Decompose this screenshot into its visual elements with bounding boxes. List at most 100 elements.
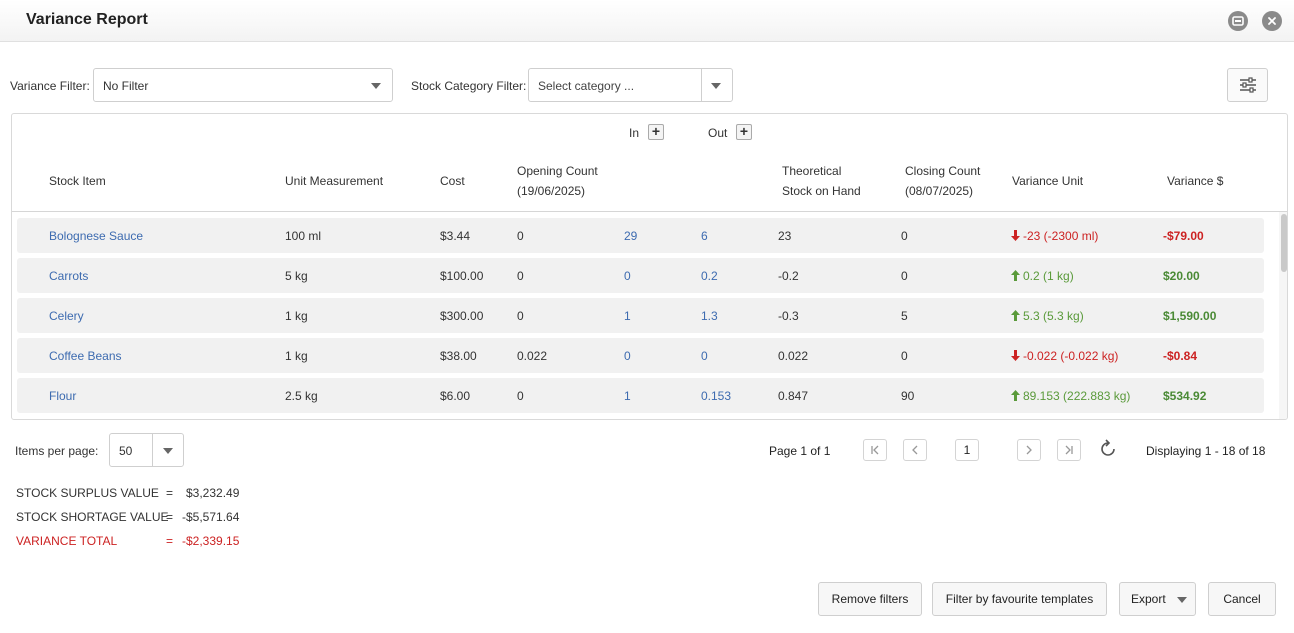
remove-filters-button[interactable]: Remove filters <box>818 582 922 616</box>
cell-out[interactable]: 0 <box>701 349 708 363</box>
refresh-button[interactable] <box>1096 438 1120 460</box>
variance-unit-text: -0.022 (-0.022 kg) <box>1023 349 1119 363</box>
table-row[interactable]: Celery 1 kg $300.00 0 1 1.3 -0.3 5 5.3 (5.3 kg) $… <box>17 298 1264 333</box>
header-closing-count[interactable]: Closing Count (08/07/2025) <box>905 161 980 201</box>
variance-filter-select[interactable]: No Filter <box>93 68 393 102</box>
arrow-down-icon <box>1011 230 1020 241</box>
plus-icon: + <box>739 123 749 139</box>
export-button[interactable]: Export <box>1119 582 1196 616</box>
first-page-icon <box>871 445 879 455</box>
window-title: Variance Report <box>26 11 148 28</box>
scrollbar-thumb[interactable] <box>1281 214 1287 272</box>
header-theoretical-line2: Stock on Hand <box>782 184 861 198</box>
header-stock-item[interactable]: Stock Item <box>49 171 106 191</box>
header-cost[interactable]: Cost <box>440 171 465 191</box>
cell-out[interactable]: 1.3 <box>701 309 718 323</box>
header-opening-count-line2: (19/06/2025) <box>517 184 586 198</box>
favourite-templates-button[interactable]: Filter by favourite templates <box>932 582 1107 616</box>
minimize-button[interactable] <box>1228 11 1248 31</box>
table-row[interactable]: Carrots 5 kg $100.00 0 0 0.2 -0.2 0 0.2 (1 kg) $2… <box>17 258 1264 293</box>
items-per-page-select[interactable]: 50 <box>109 433 184 467</box>
chevron-down-icon <box>711 83 721 89</box>
cancel-button[interactable]: Cancel <box>1208 582 1276 616</box>
cell-out[interactable]: 6 <box>701 229 708 243</box>
cell-stock-item[interactable]: Bolognese Sauce <box>49 229 143 243</box>
cell-variance-unit: -0.022 (-0.022 kg) <box>1011 349 1118 363</box>
cell-cost: $3.44 <box>440 229 471 243</box>
cell-variance-unit: 0.2 (1 kg) <box>1011 269 1074 283</box>
current-page-button[interactable]: 1 <box>955 439 979 461</box>
category-filter-select[interactable]: Select category ... <box>528 68 733 102</box>
variance-total-equals: = <box>166 534 174 548</box>
surplus-label: STOCK SURPLUS VALUE <box>16 486 159 500</box>
cell-in[interactable]: 1 <box>624 309 631 323</box>
variance-total-value: -$2,339.15 <box>182 534 240 548</box>
plus-icon: + <box>651 123 661 139</box>
surplus-value: $3,232.49 <box>186 486 240 500</box>
cell-unit: 5 kg <box>285 269 308 283</box>
cell-variance-dollar: $1,590.00 <box>1163 309 1217 323</box>
expand-out-button[interactable]: + <box>736 124 752 140</box>
cell-variance-dollar: $534.92 <box>1163 389 1207 403</box>
header-separator <box>12 211 1287 212</box>
sliders-icon <box>1239 77 1256 93</box>
surplus-equals: = <box>166 486 174 500</box>
shortage-equals: = <box>166 510 174 524</box>
table-row[interactable]: Bolognese Sauce 100 ml $3.44 0 29 6 23 0 -23 (-2… <box>17 218 1264 253</box>
cell-out[interactable]: 0.153 <box>701 389 731 403</box>
cell-opening: 0.022 <box>517 349 548 363</box>
category-filter-label: Stock Category Filter: <box>411 79 527 93</box>
header-opening-count-line1: Opening Count <box>517 164 598 178</box>
column-settings-button[interactable] <box>1227 68 1268 102</box>
cell-in[interactable]: 0 <box>624 269 631 283</box>
header-closing-line2: (08/07/2025) <box>905 184 974 198</box>
cell-stock-item[interactable]: Coffee Beans <box>49 349 122 363</box>
header-variance-dollar[interactable]: Variance $ <box>1167 171 1223 191</box>
chevron-down-icon <box>163 448 173 454</box>
cell-stock-item[interactable]: Celery <box>49 309 84 323</box>
header-opening-count[interactable]: Opening Count (19/06/2025) <box>517 161 598 201</box>
variance-unit-text: 89.153 (222.883 kg) <box>1023 389 1131 403</box>
next-page-icon <box>1026 445 1032 455</box>
cell-out[interactable]: 0.2 <box>701 269 718 283</box>
cell-closing: 0 <box>901 229 908 243</box>
last-page-button[interactable] <box>1057 439 1081 461</box>
arrow-up-icon <box>1011 310 1020 321</box>
variance-table: In + Out + Stock Item Unit Measurement C… <box>11 113 1288 420</box>
cell-cost: $6.00 <box>440 389 471 403</box>
table-row[interactable]: Coffee Beans 1 kg $38.00 0.022 0 0 0.022 0 -0.02… <box>17 338 1264 373</box>
cell-theoretical: -0.2 <box>778 269 799 283</box>
first-page-button[interactable] <box>863 439 887 461</box>
last-page-icon <box>1065 445 1073 455</box>
select-divider <box>701 69 702 101</box>
cell-variance-dollar: $20.00 <box>1163 269 1200 283</box>
cell-opening: 0 <box>517 389 524 403</box>
cell-variance-unit: -23 (-2300 ml) <box>1011 229 1098 243</box>
close-button[interactable] <box>1262 11 1282 31</box>
cell-in[interactable]: 1 <box>624 389 631 403</box>
header-variance-unit[interactable]: Variance Unit <box>1012 171 1083 191</box>
cell-stock-item[interactable]: Carrots <box>49 269 88 283</box>
prev-page-button[interactable] <box>903 439 927 461</box>
items-per-page-value: 50 <box>119 444 133 458</box>
expand-in-button[interactable]: + <box>648 124 664 140</box>
header-theoretical-stock[interactable]: Theoretical Stock on Hand <box>782 161 861 201</box>
cell-closing: 0 <box>901 349 908 363</box>
header-theoretical-line1: Theoretical <box>782 164 842 178</box>
next-page-button[interactable] <box>1017 439 1041 461</box>
cell-in[interactable]: 0 <box>624 349 631 363</box>
cell-theoretical: 0.022 <box>778 349 809 363</box>
header-unit-measurement[interactable]: Unit Measurement <box>285 171 383 191</box>
cell-stock-item[interactable]: Flour <box>49 389 76 403</box>
cell-theoretical: 23 <box>778 229 792 243</box>
cell-in[interactable]: 29 <box>624 229 637 243</box>
variance-unit-text: 0.2 (1 kg) <box>1023 269 1074 283</box>
cell-unit: 1 kg <box>285 349 308 363</box>
current-page-number: 1 <box>963 443 971 457</box>
page-label: Page 1 of 1 <box>769 444 831 458</box>
title-bar: Variance Report <box>0 0 1294 42</box>
chevron-down-icon <box>371 83 381 89</box>
table-row[interactable]: Flour 2.5 kg $6.00 0 1 0.153 0.847 90 89.153 (22… <box>17 378 1264 413</box>
cell-unit: 2.5 kg <box>285 389 318 403</box>
cell-theoretical: -0.3 <box>778 309 799 323</box>
